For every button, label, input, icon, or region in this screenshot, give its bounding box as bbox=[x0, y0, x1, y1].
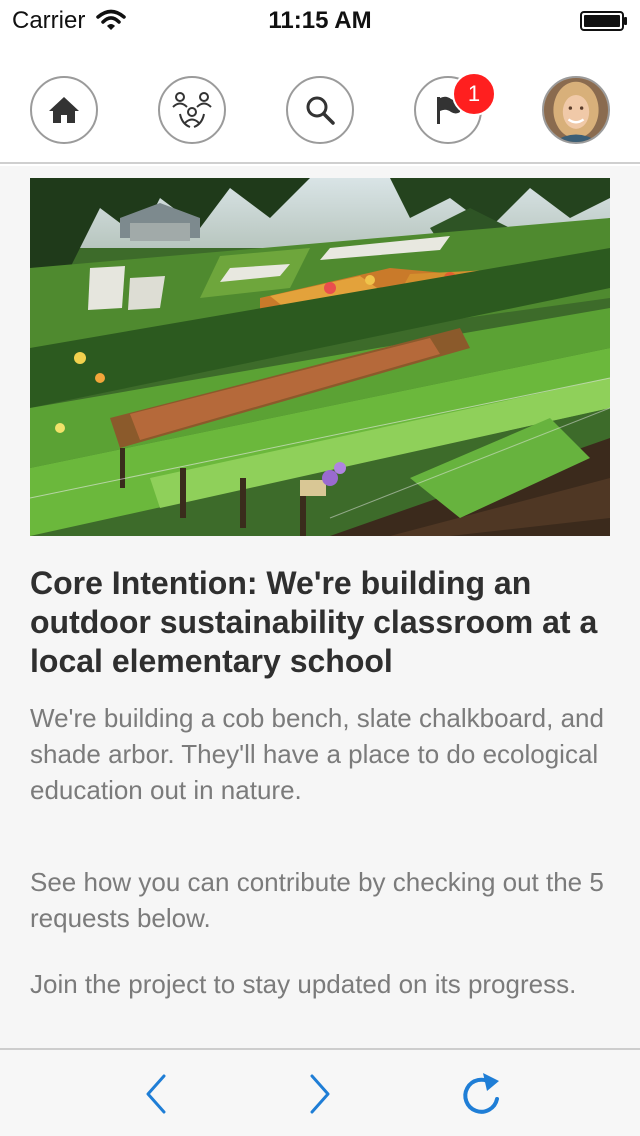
back-icon bbox=[146, 1074, 166, 1114]
search-button[interactable] bbox=[286, 76, 354, 144]
notification-badge: 1 bbox=[452, 72, 496, 116]
status-bar: Carrier 11:15 AM bbox=[0, 0, 640, 40]
avatar bbox=[544, 78, 608, 142]
community-icon bbox=[172, 92, 212, 128]
community-button[interactable] bbox=[158, 76, 226, 144]
forward-button[interactable] bbox=[296, 1070, 344, 1118]
home-button[interactable] bbox=[30, 76, 98, 144]
refresh-button[interactable] bbox=[458, 1070, 506, 1118]
profile-avatar-button[interactable] bbox=[542, 76, 610, 144]
join-note: Join the project to stay updated on its … bbox=[30, 969, 577, 999]
home-icon bbox=[49, 97, 79, 123]
contribute-note: See how you can contribute by checking o… bbox=[30, 867, 604, 933]
browser-toolbar bbox=[0, 1048, 640, 1136]
project-detail: Core Intention: We're building an outdoo… bbox=[0, 166, 640, 1048]
refresh-icon bbox=[463, 1073, 499, 1114]
project-photo-garden bbox=[30, 178, 610, 536]
project-description: We're building a cob bench, slate chalkb… bbox=[30, 703, 604, 805]
back-button[interactable] bbox=[132, 1070, 180, 1118]
search-icon bbox=[306, 96, 335, 125]
project-title: Core Intention: We're building an outdoo… bbox=[30, 565, 598, 679]
battery-icon bbox=[580, 11, 627, 31]
clock: 11:15 AM bbox=[268, 7, 372, 34]
forward-icon bbox=[310, 1074, 330, 1114]
top-navigation: 1 bbox=[0, 40, 640, 164]
